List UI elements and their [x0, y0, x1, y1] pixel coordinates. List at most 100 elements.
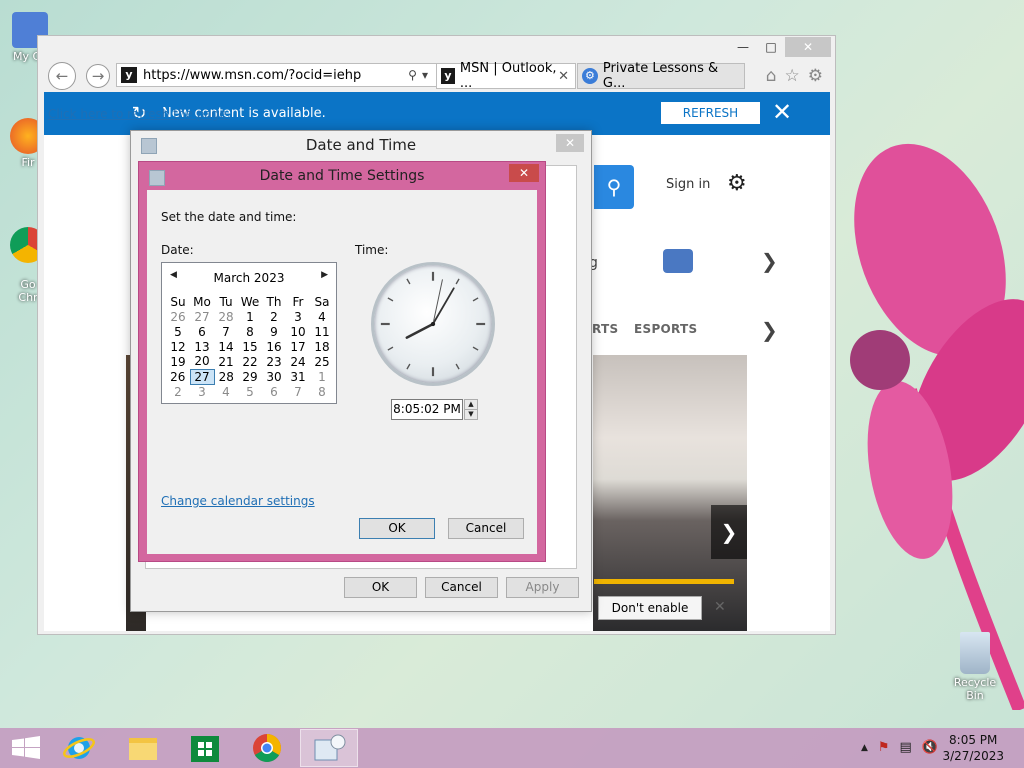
forward-button[interactable]: →	[86, 64, 110, 88]
tab-private-lessons[interactable]: ⚙ Private Lessons & G...	[577, 61, 745, 91]
close-button[interactable]: ✕	[785, 37, 831, 57]
gear-icon[interactable]: ⚙	[727, 171, 747, 196]
taskbar-clock[interactable]: 8:05 PM 3/27/2023	[942, 732, 1004, 764]
spin-down-icon[interactable]: ▼	[465, 409, 477, 418]
site-favicon-icon: ⚙	[582, 68, 598, 84]
calendar-day[interactable]: 17	[286, 339, 310, 354]
calendar-day[interactable]: 10	[286, 324, 310, 339]
favorites-star-icon[interactable]: ☆	[785, 66, 800, 86]
ok-button[interactable]: OK	[359, 518, 435, 539]
news-image[interactable]: ❯	[593, 355, 747, 631]
calendar-day[interactable]: 5	[166, 324, 190, 339]
close-icon[interactable]: ✕	[714, 599, 726, 615]
desktop-icon-recycle-bin[interactable]: Recycle Bin	[945, 632, 1005, 702]
dont-enable-button[interactable]: Don't enable	[598, 596, 702, 620]
close-button[interactable]: ✕	[556, 134, 584, 152]
calendar-day[interactable]: 14	[214, 339, 238, 354]
calendar-day[interactable]: 19	[166, 354, 190, 369]
close-icon[interactable]: ✕	[772, 98, 792, 126]
action-center-flag-icon[interactable]: ⚑	[878, 740, 890, 756]
calendar-day[interactable]: 2	[262, 309, 286, 324]
time-field[interactable]: 8:05:02 PM	[391, 399, 463, 420]
close-button[interactable]: ✕	[509, 164, 539, 182]
volume-muted-icon[interactable]: 🔇	[922, 740, 938, 756]
taskbar-date-time[interactable]	[300, 729, 358, 767]
network-icon[interactable]: ▤	[900, 740, 912, 756]
calendar-day[interactable]: 6	[190, 324, 214, 339]
calendar-day[interactable]: 9	[262, 324, 286, 339]
calendar-day[interactable]: 24	[286, 354, 310, 369]
calendar-day[interactable]: 28	[214, 309, 238, 324]
spin-up-icon[interactable]: ▲	[465, 400, 477, 409]
time-spinner[interactable]: ▲ ▼	[464, 399, 478, 420]
dropdown-icon[interactable]: ▾	[422, 68, 428, 82]
calendar-day[interactable]: 30	[262, 369, 286, 384]
refresh-link[interactable]: Click here to refresh the page.	[48, 107, 230, 121]
calendar-month-year[interactable]: March 2023	[162, 271, 336, 285]
calendar-day[interactable]: 11	[310, 324, 334, 339]
calendar-day[interactable]: 3	[190, 384, 214, 399]
taskbar-file-explorer[interactable]	[116, 729, 170, 767]
calendar-day[interactable]: 1	[310, 369, 334, 384]
category-rts[interactable]: RTS	[592, 322, 618, 336]
taskbar-chrome[interactable]	[240, 729, 294, 767]
calendar-day[interactable]: 15	[238, 339, 262, 354]
calendar-day[interactable]: 26	[166, 369, 190, 384]
calendar-day[interactable]: 29	[238, 369, 262, 384]
back-button[interactable]: ←	[48, 62, 76, 90]
calendar-day[interactable]: 2	[166, 384, 190, 399]
next-arrow-icon[interactable]: ❯	[711, 505, 747, 559]
apply-button[interactable]: Apply	[506, 577, 579, 598]
calendar-day[interactable]: 27	[190, 309, 214, 324]
calendar-day[interactable]: 1	[238, 309, 262, 324]
calendar-day[interactable]: 4	[214, 384, 238, 399]
chevron-right-icon[interactable]: ❯	[761, 318, 778, 342]
calendar-day[interactable]: 28	[214, 369, 238, 384]
maximize-button[interactable]: □	[757, 37, 785, 57]
minimize-button[interactable]: —	[729, 37, 757, 57]
calendar-day[interactable]: 31	[286, 369, 310, 384]
calendar-day[interactable]: 3	[286, 309, 310, 324]
calendar-day[interactable]: 7	[286, 384, 310, 399]
calendar-day[interactable]: 26	[166, 309, 190, 324]
home-icon[interactable]: ⌂	[766, 66, 777, 86]
next-month-arrow-icon[interactable]: ▶	[321, 270, 328, 280]
chevron-right-icon[interactable]: ❯	[761, 249, 778, 273]
search-icon[interactable]: ⚲	[408, 68, 417, 82]
taskbar-store[interactable]	[178, 729, 232, 767]
calendar-day[interactable]: 7	[214, 324, 238, 339]
calendar-day[interactable]: 27	[189, 368, 215, 385]
calendar-day[interactable]: 20	[190, 354, 214, 369]
weekday-header: Th	[266, 294, 282, 309]
calendar-day[interactable]: 18	[310, 339, 334, 354]
calendar-day[interactable]: 22	[238, 354, 262, 369]
cancel-button[interactable]: Cancel	[425, 577, 498, 598]
taskbar-internet-explorer[interactable]	[52, 729, 106, 767]
start-button[interactable]	[0, 729, 54, 767]
show-hidden-icons-icon[interactable]: ▲	[861, 740, 868, 756]
calendar-day[interactable]: 13	[190, 339, 214, 354]
store-icon	[191, 736, 219, 762]
address-bar[interactable]: y https://www.msn.com/?ocid=iehp ⚲ ▾ 🔒 ↻	[116, 63, 469, 87]
change-calendar-settings-link[interactable]: Change calendar settings	[161, 494, 315, 508]
calendar-day[interactable]: 23	[262, 354, 286, 369]
category-esports[interactable]: ESPORTS	[634, 322, 697, 336]
sign-in-link[interactable]: Sign in	[666, 177, 710, 192]
notification-accent	[594, 579, 734, 584]
calendar-day[interactable]: 4	[310, 309, 334, 324]
calendar-day[interactable]: 6	[262, 384, 286, 399]
calendar-day[interactable]: 12	[166, 339, 190, 354]
calendar-day[interactable]: 16	[262, 339, 286, 354]
calendar-day[interactable]: 8	[238, 324, 262, 339]
refresh-button[interactable]: REFRESH	[661, 102, 760, 124]
tab-msn[interactable]: y MSN | Outlook, ... ✕	[436, 61, 576, 91]
cancel-button[interactable]: Cancel	[448, 518, 524, 539]
calendar-day[interactable]: 8	[310, 384, 334, 399]
calendar-day[interactable]: 5	[238, 384, 262, 399]
settings-gear-icon[interactable]: ⚙	[808, 66, 823, 86]
ok-button[interactable]: OK	[344, 577, 417, 598]
tab-close-icon[interactable]: ✕	[558, 69, 569, 84]
calendar-day[interactable]: 21	[214, 354, 238, 369]
calendar-day[interactable]: 25	[310, 354, 334, 369]
search-button[interactable]: ⚲	[594, 165, 634, 209]
